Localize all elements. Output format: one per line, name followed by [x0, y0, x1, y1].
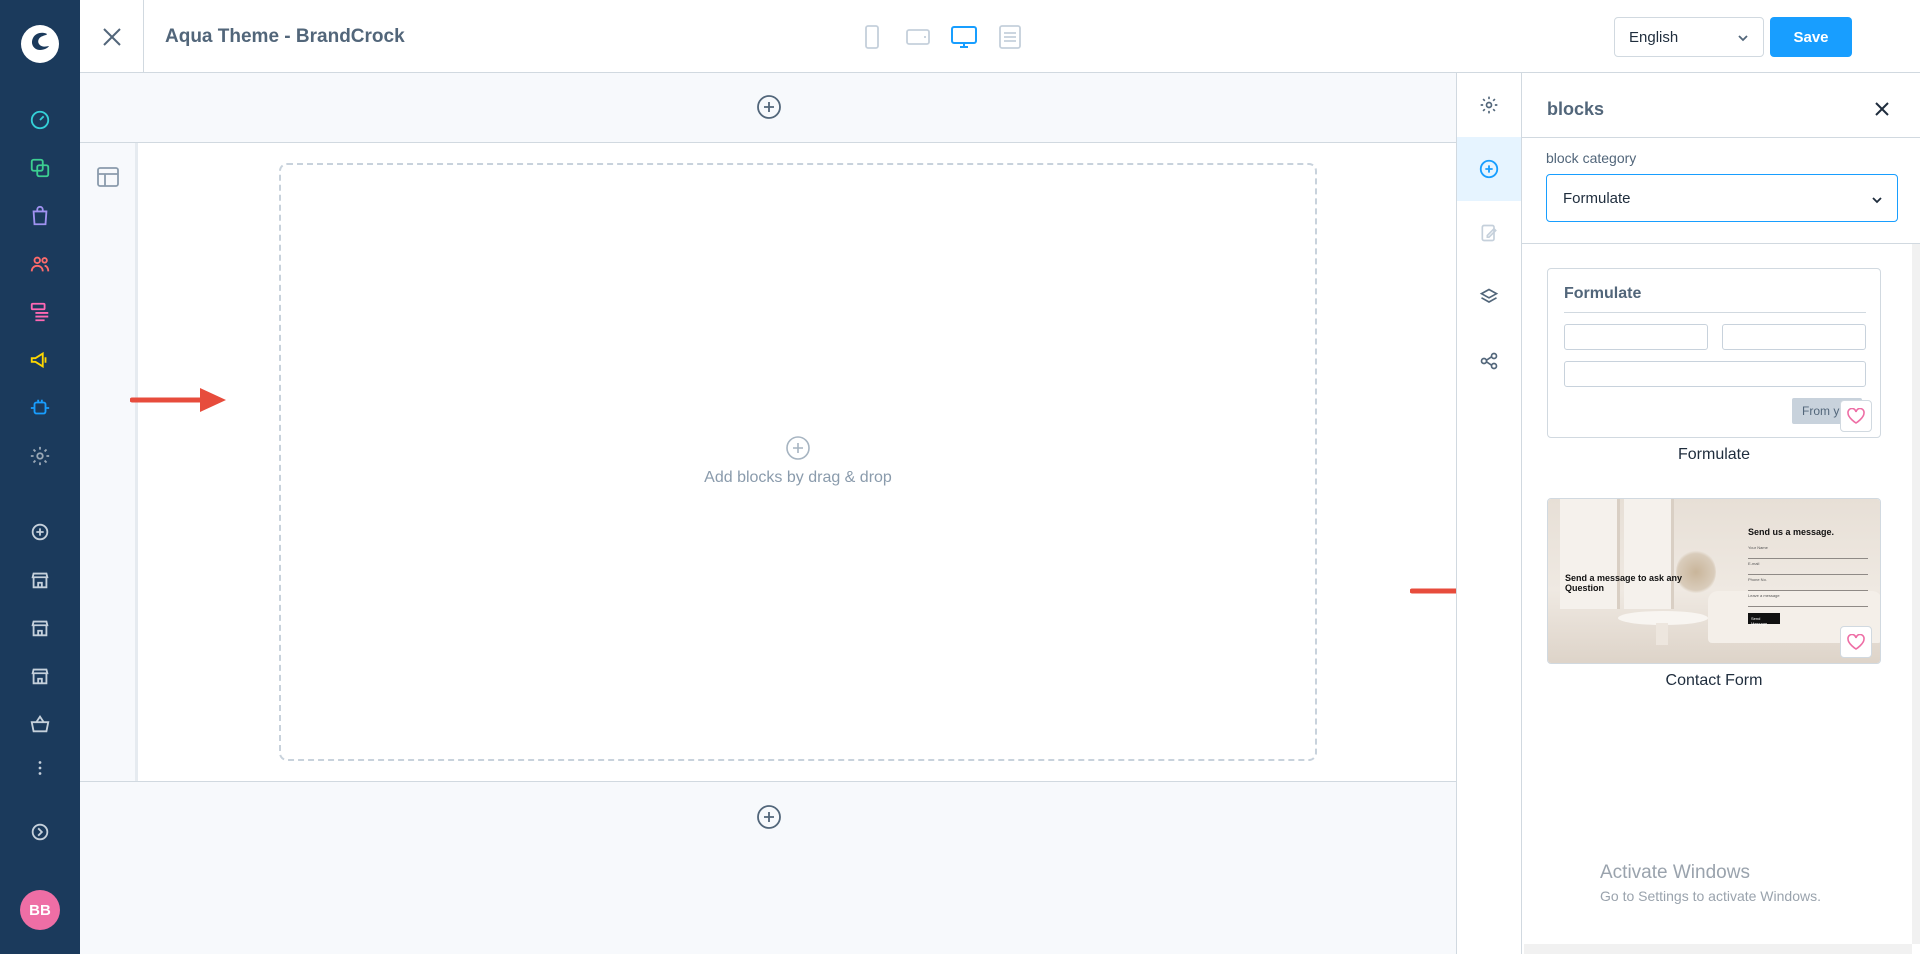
page-settings-tab[interactable]: [1457, 73, 1521, 137]
customers-icon[interactable]: [28, 252, 52, 276]
divider: [1522, 243, 1920, 244]
content-icon[interactable]: [28, 300, 52, 324]
storefront-icon[interactable]: [28, 616, 52, 640]
thumbnail-headline: Send a message to ask any Question: [1565, 573, 1683, 593]
chevron-down-icon: [1738, 35, 1748, 42]
blocks-tab[interactable]: [1457, 137, 1521, 201]
share-icon: [1480, 352, 1498, 370]
layers-icon: [1479, 288, 1499, 303]
block-preview-title: Formulate: [1564, 285, 1642, 302]
heart-icon: [1847, 634, 1865, 650]
close-icon: [1875, 102, 1889, 116]
editor-canvas: Add blocks by drag & drop: [80, 73, 1456, 954]
block-category-label: block category: [1546, 150, 1637, 166]
plus-circle-icon: [757, 95, 781, 119]
watermark-line-1: Activate Windows: [1600, 862, 1750, 883]
expand-icon[interactable]: [28, 820, 52, 844]
block-category-value: Formulate: [1563, 190, 1631, 207]
marketing-icon[interactable]: [28, 348, 52, 372]
headless-icon[interactable]: [28, 712, 52, 736]
panel-scrollbar-vertical[interactable]: [1912, 244, 1920, 944]
favorite-button[interactable]: [1840, 400, 1872, 432]
preview-field: [1564, 361, 1866, 387]
editor-topbar: Aqua Theme - BrandCrock English Save: [80, 0, 1920, 73]
windows-activation-watermark: Activate Windows Go to Settings to activ…: [1600, 862, 1821, 904]
heart-icon: [1847, 408, 1865, 424]
plus-circle-icon: [786, 436, 810, 460]
storefront-icon[interactable]: [28, 664, 52, 688]
thumbnail-decoration: [1656, 623, 1668, 645]
divider: [1564, 312, 1866, 313]
orders-icon[interactable]: [28, 204, 52, 228]
thumbnail-form-title: Send us a message.: [1748, 527, 1835, 537]
storefront-icon[interactable]: [28, 568, 52, 592]
page-title: Aqua Theme - BrandCrock: [165, 26, 405, 47]
preview-field: [1564, 324, 1708, 350]
save-button[interactable]: Save: [1770, 17, 1852, 57]
thumbnail-form-row: E-mail: [1748, 561, 1868, 575]
add-section-bottom-button[interactable]: [756, 804, 782, 835]
dashboard-icon[interactable]: [28, 108, 52, 132]
panel-title: blocks: [1547, 99, 1605, 119]
close-editor-button[interactable]: [80, 0, 144, 73]
block-category-select[interactable]: Formulate: [1546, 174, 1898, 222]
blocks-panel: blocks block category Formulate Formulat…: [1522, 73, 1920, 954]
desktop-view-icon[interactable]: [950, 22, 978, 52]
block-preview-contact-form[interactable]: Send a message to ask any Question Send …: [1547, 498, 1881, 664]
panel-close-button[interactable]: [1874, 101, 1890, 122]
arrow-annotation-icon: [130, 388, 226, 412]
block-preview-formulate[interactable]: Formulate From y: [1547, 268, 1881, 438]
dropzone-text: Add blocks by drag & drop: [704, 469, 892, 486]
avatar[interactable]: BB: [20, 890, 60, 930]
plus-circle-icon: [757, 805, 781, 829]
sidebar-icon-strip: [1456, 73, 1522, 954]
language-value: English: [1629, 29, 1679, 46]
gear-icon: [1480, 96, 1498, 114]
device-switch: [858, 22, 1024, 52]
edit-block-tab[interactable]: [1457, 201, 1521, 265]
preview-field: [1722, 324, 1866, 350]
close-icon: [102, 27, 121, 46]
watermark-line-2: Go to Settings to activate Windows.: [1600, 888, 1821, 904]
share-tab[interactable]: [1457, 329, 1521, 393]
block-name-contact-form: Contact Form: [1665, 672, 1763, 689]
admin-sidebar: BB: [0, 0, 80, 954]
tablet-view-icon[interactable]: [904, 22, 932, 52]
chevron-down-icon: [1872, 197, 1882, 204]
favorite-button[interactable]: [1840, 626, 1872, 658]
block-name-formulate: Formulate: [1677, 446, 1751, 463]
cms-section: Add blocks by drag & drop: [80, 142, 1456, 782]
layers-tab[interactable]: [1457, 265, 1521, 329]
plus-circle-icon: [1479, 159, 1499, 179]
section-sidebar: [80, 143, 138, 781]
add-sales-channel-icon[interactable]: [28, 520, 52, 544]
block-dropzone[interactable]: Add blocks by drag & drop: [279, 163, 1317, 761]
thumbnail-form: Send us a message. Your Name E-mail Phon…: [1748, 527, 1868, 626]
thumbnail-form-row: Phone No.: [1748, 577, 1868, 591]
language-select[interactable]: English: [1614, 17, 1764, 57]
divider: [1522, 137, 1920, 138]
panel-scrollbar-horizontal[interactable]: [1524, 944, 1912, 954]
thumbnail-form-row: Your Name: [1748, 545, 1868, 559]
thumbnail-form-row: Leave a message: [1748, 593, 1868, 607]
add-section-top-button[interactable]: [756, 94, 782, 125]
extensions-icon[interactable]: [28, 396, 52, 420]
section-settings-icon[interactable]: [96, 165, 120, 194]
more-icon[interactable]: [28, 756, 52, 780]
mobile-view-icon[interactable]: [858, 22, 886, 52]
catalogues-icon[interactable]: [28, 156, 52, 180]
shopware-logo[interactable]: [18, 22, 62, 66]
edit-icon: [1481, 224, 1497, 242]
settings-icon[interactable]: [28, 444, 52, 468]
contact-form-thumbnail: Send a message to ask any Question Send …: [1548, 499, 1880, 663]
list-view-icon[interactable]: [996, 22, 1024, 52]
thumbnail-submit: Send Message: [1748, 613, 1780, 626]
